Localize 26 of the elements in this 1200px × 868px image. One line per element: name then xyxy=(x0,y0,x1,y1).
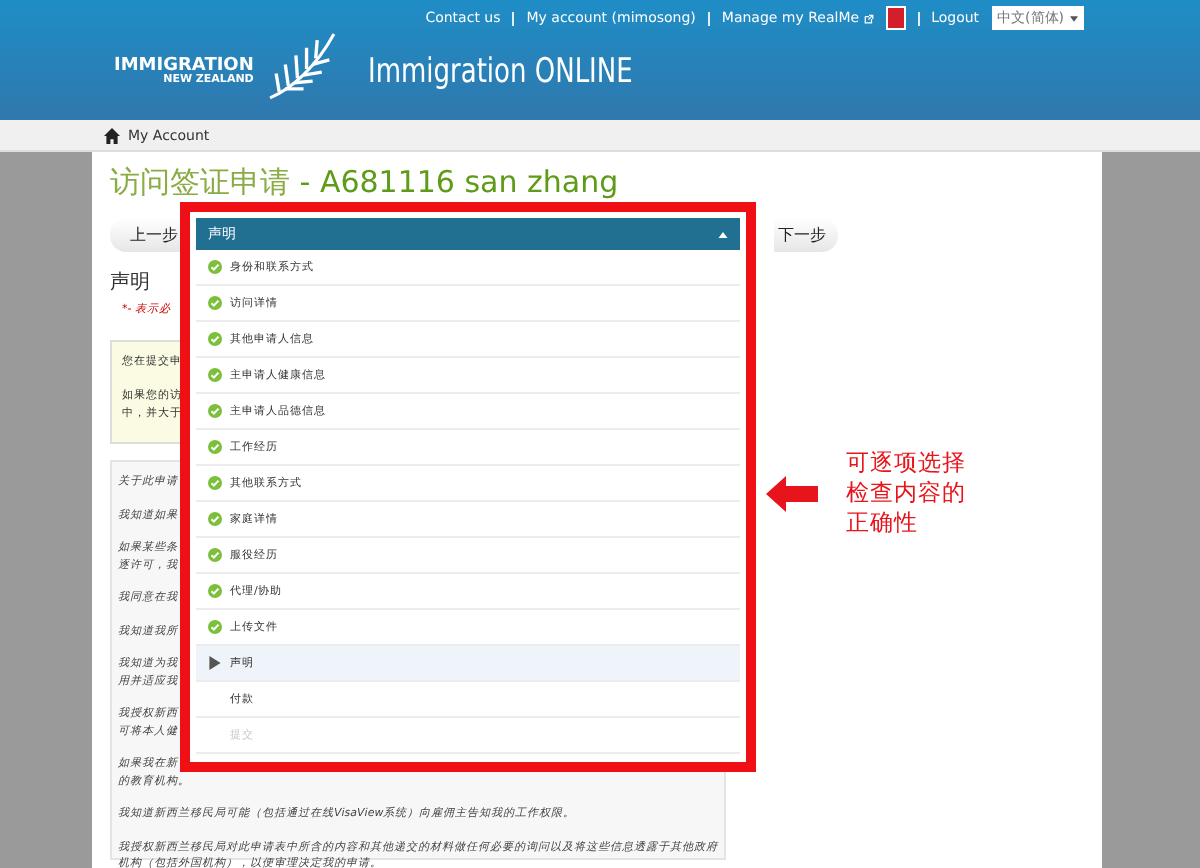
check-circle-icon xyxy=(208,512,222,526)
annotation-text: 可逐项选择检查内容的正确性 xyxy=(846,448,968,538)
page-title-label: 访问签证申请 xyxy=(110,164,290,200)
previous-step-button[interactable]: 上一步 xyxy=(110,218,182,252)
check-circle-icon xyxy=(208,368,222,382)
application-id: - A681116 san zhang xyxy=(297,164,619,200)
logo-wordmark: IMMIGRATION xyxy=(114,57,254,76)
check-circle-icon xyxy=(208,440,222,454)
caret-icon xyxy=(1070,15,1078,21)
site-title: Immigration ONLINE xyxy=(367,52,633,92)
check-circle-icon xyxy=(208,620,222,634)
pointer-arrow-icon xyxy=(766,475,818,511)
check-circle-icon xyxy=(208,404,222,418)
next-step-button[interactable]: 下一步 xyxy=(774,218,838,252)
check-circle-icon xyxy=(208,584,222,598)
check-circle-icon xyxy=(208,260,222,274)
home-icon xyxy=(104,127,120,143)
play-arrow-icon xyxy=(208,656,222,670)
section-heading: 声明 xyxy=(110,269,152,296)
check-circle-icon xyxy=(208,476,222,490)
collapse-caret-icon xyxy=(718,231,728,237)
check-circle-icon xyxy=(208,296,222,310)
check-circle-icon xyxy=(208,548,222,562)
check-circle-icon xyxy=(208,332,222,346)
realme-logo-icon xyxy=(885,6,906,30)
external-link-icon xyxy=(863,13,874,23)
